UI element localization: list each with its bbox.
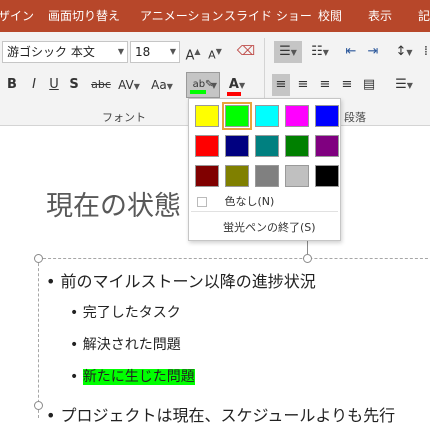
resize-handle-top[interactable] bbox=[303, 254, 312, 263]
font-color-button[interactable]: A ▼ bbox=[224, 74, 250, 96]
decrease-indent-icon[interactable]: ⇤ bbox=[342, 41, 360, 63]
font-group-label: フォント bbox=[102, 111, 146, 124]
chevron-down-icon: ▼ bbox=[169, 47, 176, 56]
tab-animations[interactable]: アニメーション bbox=[140, 0, 224, 32]
bullet-item[interactable]: • プロジェクトは現在、スケジュールよりも先行 bbox=[46, 402, 395, 426]
more-icon[interactable]: ⁞ bbox=[420, 41, 430, 63]
color-swatch[interactable] bbox=[222, 102, 252, 130]
color-swatch[interactable] bbox=[195, 105, 219, 127]
color-swatch[interactable] bbox=[225, 165, 249, 187]
grow-font-button[interactable]: A▲ bbox=[184, 41, 202, 63]
bullet-item[interactable]: • 新たに生じた問題 bbox=[70, 366, 195, 386]
numbering-button[interactable]: ☷▼ bbox=[306, 41, 334, 63]
color-swatch[interactable] bbox=[255, 135, 279, 157]
paragraph-group-label: 段落 bbox=[344, 111, 366, 124]
highlight-button[interactable]: ab✎ ▼ bbox=[186, 72, 220, 98]
no-color-icon bbox=[197, 197, 207, 207]
change-case-button[interactable]: Aa▼ bbox=[146, 74, 178, 96]
align-left-button[interactable]: ≡ bbox=[272, 74, 290, 96]
ribbon-tab-bar: ザイン 画面切り替え アニメーション スライド ショー 校閲 表示 記 bbox=[0, 0, 430, 32]
font-size-value: 18 bbox=[135, 45, 151, 59]
tab-more[interactable]: 記 bbox=[418, 0, 430, 32]
align-center-button[interactable]: ≡ bbox=[294, 74, 312, 96]
resize-handle-left[interactable] bbox=[34, 401, 43, 410]
underline-button[interactable]: U bbox=[46, 74, 62, 96]
increase-indent-icon[interactable]: ⇥ bbox=[364, 41, 382, 63]
color-swatch[interactable] bbox=[285, 165, 309, 187]
font-name-combobox[interactable]: 游ゴシック 本文 ▼ bbox=[2, 41, 128, 63]
align-right-button[interactable]: ≡ bbox=[316, 74, 334, 96]
columns-button[interactable]: ☰▼ bbox=[390, 74, 418, 96]
stop-highlighting-label: 蛍光ペンの終了(S) bbox=[223, 221, 316, 234]
strikethrough-button[interactable]: abc bbox=[88, 74, 114, 96]
menu-separator bbox=[191, 211, 338, 212]
tab-slideshow[interactable]: スライド ショー bbox=[224, 0, 312, 32]
color-swatch[interactable] bbox=[225, 135, 249, 157]
character-spacing-button[interactable]: AV▼ bbox=[116, 74, 142, 96]
justify-button[interactable]: ≡ bbox=[338, 74, 356, 96]
bullet-text: 前のマイルストーン以降の進捗状況 bbox=[60, 272, 316, 291]
distributed-button[interactable]: ▤ bbox=[360, 74, 378, 96]
stop-highlighting-option[interactable]: 蛍光ペンの終了(S) bbox=[223, 219, 316, 235]
color-swatch[interactable] bbox=[285, 135, 309, 157]
tab-view[interactable]: 表示 bbox=[368, 0, 392, 32]
color-swatch[interactable] bbox=[195, 165, 219, 187]
color-swatch[interactable] bbox=[315, 105, 339, 127]
color-swatch[interactable] bbox=[195, 135, 219, 157]
no-color-label: 色なし(N) bbox=[224, 195, 275, 208]
no-color-option[interactable]: 色なし(N) bbox=[197, 193, 274, 209]
tab-transitions[interactable]: 画面切り替え bbox=[48, 0, 120, 32]
color-swatch[interactable] bbox=[255, 165, 279, 187]
shrink-font-button[interactable]: A▼ bbox=[206, 41, 224, 63]
bullet-item[interactable]: • 完了したタスク bbox=[70, 302, 181, 322]
highlighted-bullet-text: 新たに生じた問題 bbox=[82, 369, 195, 385]
line-spacing-button[interactable]: ↕▼ bbox=[390, 41, 418, 63]
color-swatch[interactable] bbox=[315, 135, 339, 157]
bullet-item[interactable]: • 前のマイルストーン以降の進捗状況 bbox=[46, 268, 316, 292]
font-size-combobox[interactable]: 18 ▼ bbox=[130, 41, 180, 63]
highlight-color-menu: 色なし(N) 蛍光ペンの終了(S) bbox=[188, 98, 341, 241]
chevron-down-icon: ▼ bbox=[117, 47, 124, 56]
bullet-text: 完了したタスク bbox=[82, 305, 181, 321]
color-swatch[interactable] bbox=[285, 105, 309, 127]
tab-review[interactable]: 校閲 bbox=[318, 0, 342, 32]
bullet-item[interactable]: • 解決された問題 bbox=[70, 334, 181, 354]
bold-button[interactable]: B bbox=[4, 74, 20, 96]
shadow-button[interactable]: S bbox=[66, 74, 82, 96]
resize-handle-top-left[interactable] bbox=[34, 254, 43, 263]
bullets-button[interactable]: ☰▼ bbox=[274, 41, 302, 63]
color-swatch[interactable] bbox=[315, 165, 339, 187]
slide-title[interactable]: 現在の状態 bbox=[46, 184, 181, 223]
bullet-text: プロジェクトは現在、スケジュールよりも先行 bbox=[60, 406, 396, 425]
clear-formatting-icon[interactable]: ⌫ bbox=[236, 41, 256, 63]
bullet-text: 解決された問題 bbox=[82, 337, 181, 353]
tab-design[interactable]: ザイン bbox=[0, 0, 34, 32]
font-name-value: 游ゴシック 本文 bbox=[7, 45, 95, 59]
color-swatch[interactable] bbox=[255, 105, 279, 127]
italic-button[interactable]: I bbox=[26, 74, 42, 96]
